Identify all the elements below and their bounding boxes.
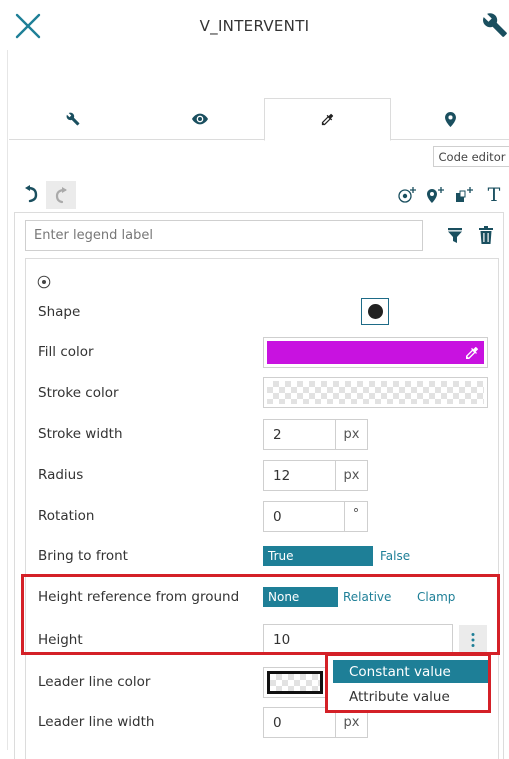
left-divider xyxy=(7,50,8,750)
add-point-button[interactable] xyxy=(396,184,418,206)
fill-color-label: Fill color xyxy=(38,344,94,360)
menu-item-constant-value[interactable]: Constant value xyxy=(333,660,488,683)
stroke-width-unit: px xyxy=(336,419,368,450)
tab-settings[interactable] xyxy=(9,98,136,140)
stroke-width-input[interactable] xyxy=(263,419,336,450)
radius-unit: px xyxy=(336,460,368,491)
bring-to-front-true[interactable]: True xyxy=(263,546,373,566)
leader-line-color-swatch xyxy=(267,671,323,694)
bring-to-front-label: Bring to front xyxy=(38,548,128,564)
redo-button[interactable] xyxy=(46,181,76,209)
settings-button[interactable] xyxy=(482,12,508,38)
menu-item-attribute-value[interactable]: Attribute value xyxy=(333,685,488,708)
panel-title: V_INTERVENTI xyxy=(199,17,310,35)
undo-icon xyxy=(25,185,38,203)
transparent-swatch xyxy=(267,381,484,404)
transparent-swatch xyxy=(270,674,320,691)
eye-icon xyxy=(192,113,208,125)
leader-line-width-label: Leader line width xyxy=(38,714,155,730)
tab-style[interactable] xyxy=(264,98,391,141)
delete-button[interactable] xyxy=(478,226,494,244)
add-pin-icon xyxy=(427,187,444,203)
add-pin-button[interactable] xyxy=(424,184,446,206)
rotation-input[interactable] xyxy=(263,501,345,532)
shape-picker[interactable] xyxy=(361,298,389,325)
point-symbol-icon xyxy=(37,275,51,289)
code-editor-button[interactable]: Code editor xyxy=(433,146,509,167)
highlight-box xyxy=(21,574,500,655)
value-type-dropdown: Constant value Attribute value xyxy=(325,653,491,713)
add-model-button[interactable] xyxy=(453,184,475,206)
rotation-unit: ° xyxy=(345,501,368,532)
rotation-label: Rotation xyxy=(38,508,95,524)
fill-color-swatch xyxy=(267,341,484,364)
fill-color-picker[interactable] xyxy=(263,337,488,368)
bring-to-front-false[interactable]: False xyxy=(380,546,420,566)
trash-icon xyxy=(479,226,493,244)
redo-icon xyxy=(55,187,67,204)
legend-label-input[interactable] xyxy=(25,220,423,251)
eyedropper-icon xyxy=(321,113,334,126)
wrench-icon xyxy=(483,13,507,37)
radius-input[interactable] xyxy=(263,460,336,491)
map-pin-icon xyxy=(444,111,456,127)
leader-line-color-label: Leader line color xyxy=(38,674,151,690)
circle-shape-icon xyxy=(367,304,383,319)
tab-visibility[interactable] xyxy=(136,98,264,140)
leader-line-color-picker[interactable] xyxy=(263,667,327,698)
shape-label: Shape xyxy=(38,304,81,320)
radius-label: Radius xyxy=(38,467,84,483)
add-text-button[interactable]: T xyxy=(483,184,505,206)
add-model-icon xyxy=(456,187,473,202)
eyedropper-icon xyxy=(466,347,478,359)
filter-icon xyxy=(448,228,462,243)
tab-position[interactable] xyxy=(391,98,509,140)
undo-button[interactable] xyxy=(22,184,42,204)
filter-button[interactable] xyxy=(446,226,464,244)
stroke-color-picker[interactable] xyxy=(263,377,488,408)
wrench-icon xyxy=(66,112,79,126)
stroke-width-label: Stroke width xyxy=(38,426,123,442)
tab-bar xyxy=(9,98,509,141)
stroke-color-label: Stroke color xyxy=(38,385,119,401)
add-point-icon xyxy=(398,187,416,203)
